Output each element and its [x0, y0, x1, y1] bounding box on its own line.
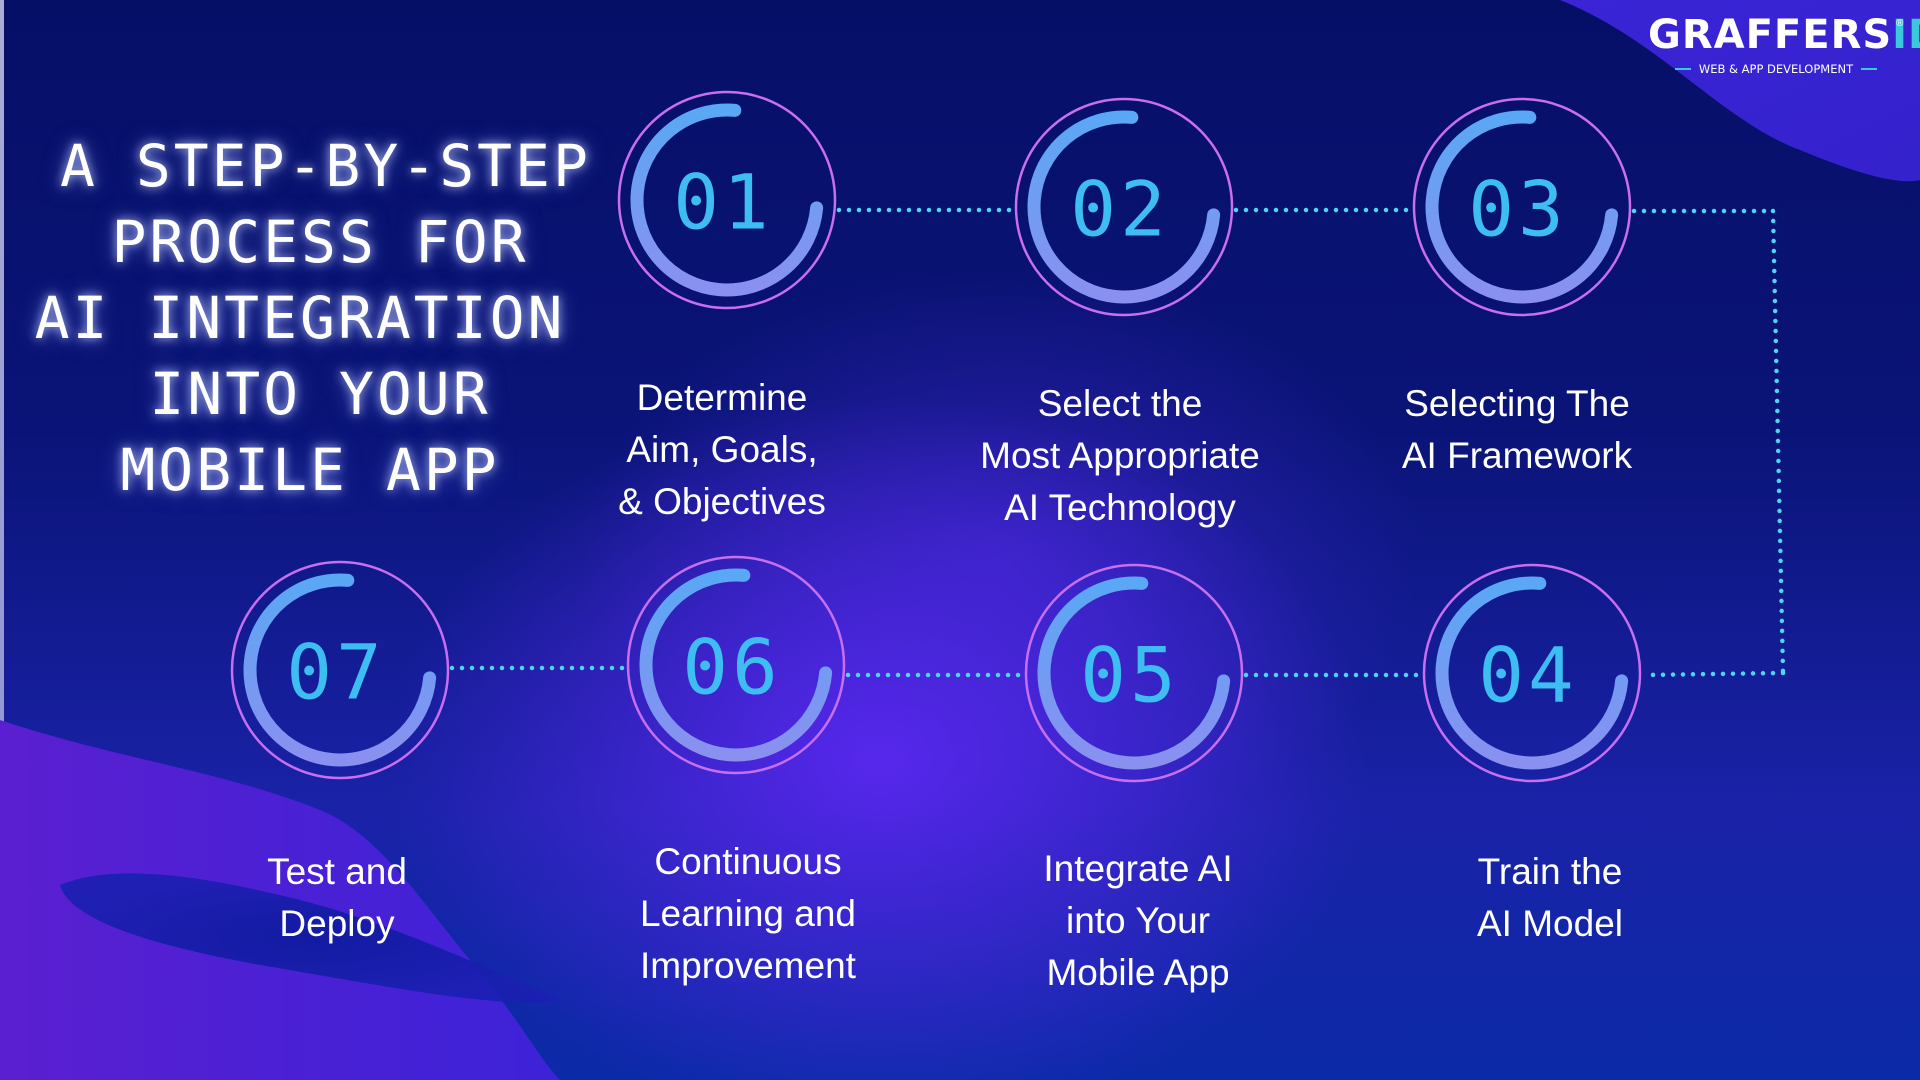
step-label-line: Most Appropriate [980, 435, 1260, 476]
step-number: 05 [1080, 630, 1180, 720]
step-label-line: Aim, Goals, [626, 429, 818, 470]
step-label-line: AI Model [1476, 903, 1624, 944]
step-label-line: into Your [1065, 900, 1211, 941]
step-number: 07 [286, 627, 386, 717]
step-label-line: Mobile App [1046, 952, 1230, 993]
step-label-line: Improvement [640, 945, 856, 986]
step-label: Train the AI Model [1477, 846, 1623, 950]
step-label-line: Determine [636, 377, 808, 418]
step-label-line: & Objectives [618, 481, 826, 522]
step-label: Test and Deploy [267, 846, 407, 950]
step-label-line: AI Technology [1004, 487, 1236, 528]
connector-right-04 [1641, 670, 1786, 678]
step-label: Selecting The AI Framework [1402, 378, 1632, 482]
step-label: Continuous Learning and Improvement [640, 836, 856, 992]
step-label-line: Integrate AI [1043, 848, 1233, 889]
step-number: 04 [1478, 630, 1578, 720]
step-number: 03 [1468, 164, 1568, 254]
step-label: Select the Most Appropriate AI Technology [980, 378, 1260, 534]
step-number: 06 [682, 622, 782, 712]
step-label-line: Train the [1477, 851, 1623, 892]
step-label-line: Select the [1037, 383, 1203, 424]
step-label-line: Deploy [279, 903, 395, 944]
step-number: 02 [1070, 164, 1170, 254]
step-label-line: Learning and [639, 893, 857, 934]
step-label: Determine Aim, Goals, & Objectives [618, 372, 826, 528]
step-label-line: AI Framework [1401, 435, 1633, 476]
connector-right-vertical [1770, 208, 1786, 675]
step-label-line: Continuous [654, 841, 842, 882]
step-label-line: Test and [267, 851, 407, 892]
step-label: Integrate AI into Your Mobile App [1043, 843, 1232, 999]
step-number: 01 [673, 157, 773, 247]
infographic-canvas: A STEP-BY-STEP PROCESS FOR AI INTEGRATIO… [0, 0, 1920, 1080]
step-label-line: Selecting The [1404, 383, 1630, 424]
